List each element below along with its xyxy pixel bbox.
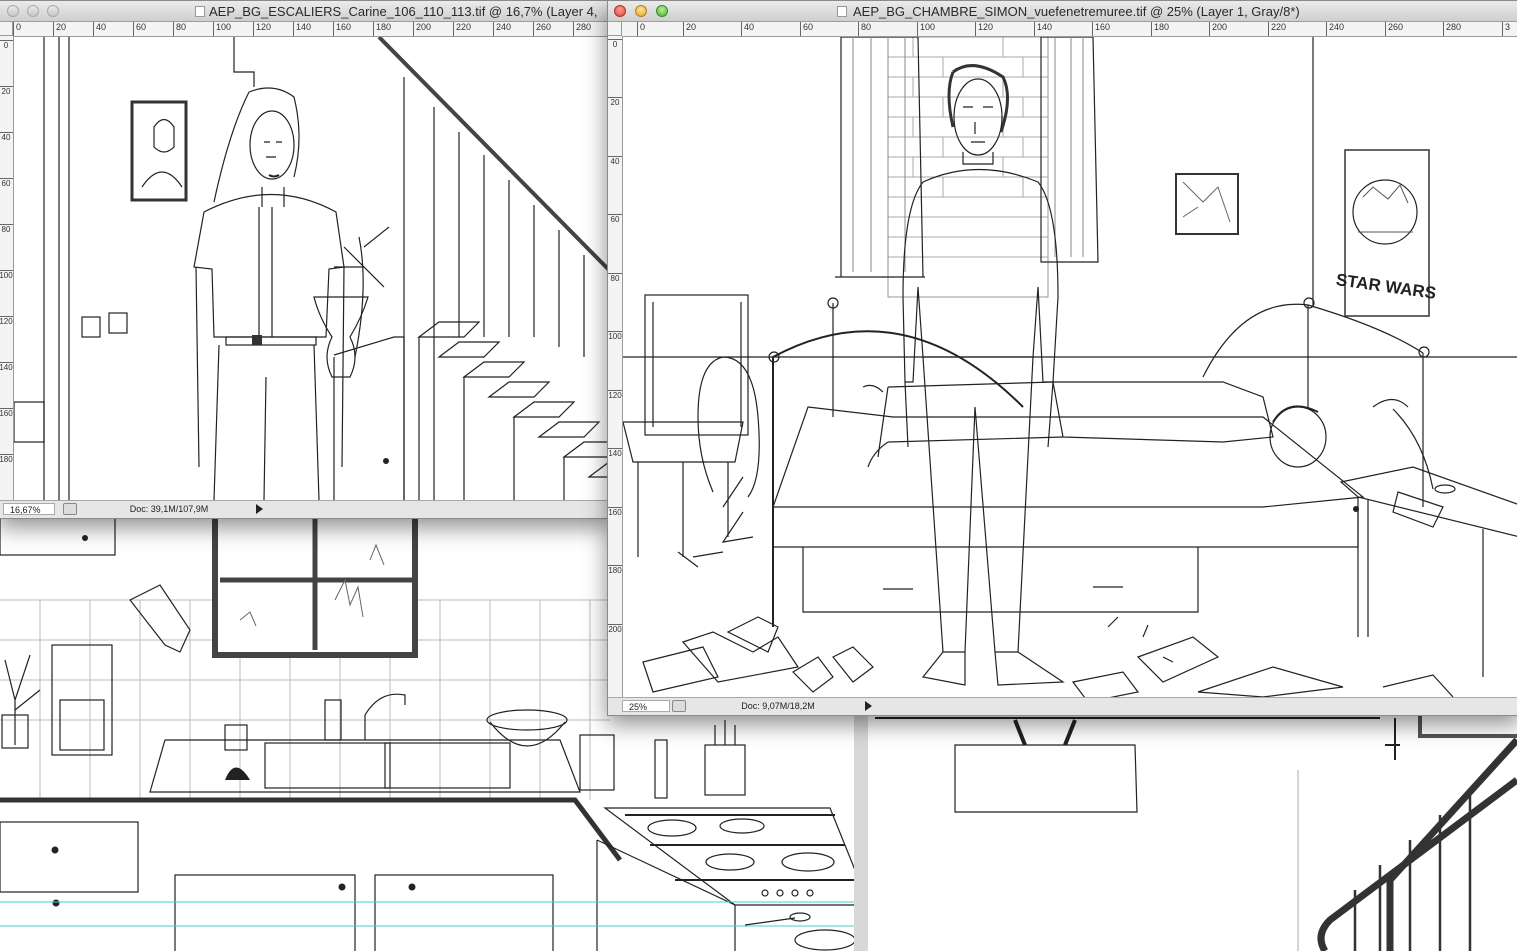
status-menu-arrow[interactable]: [865, 701, 872, 711]
document-canvas-escaliers[interactable]: [14, 37, 611, 500]
traffic-light-minimize[interactable]: [635, 5, 647, 17]
ruler-origin[interactable]: [608, 22, 622, 36]
window-title: AEP_BG_ESCALIERS_Carine_106_110_113.tif …: [209, 4, 598, 19]
traffic-light-close[interactable]: [7, 5, 19, 17]
status-bar: 25% Doc: 9,07M/18,2M: [608, 697, 1517, 715]
document-size-info[interactable]: Doc: 9,07M/18,2M: [693, 700, 863, 712]
horizontal-ruler[interactable]: 0 20 40 60 80 100 120 140 160 180 200 22…: [13, 22, 611, 37]
zoom-level-field[interactable]: 25%: [622, 700, 670, 712]
document-window-escaliers[interactable]: AEP_BG_ESCALIERS_Carine_106_110_113.tif …: [0, 0, 612, 519]
status-info-icon[interactable]: [672, 700, 686, 712]
poster-text: STAR WARS: [1335, 270, 1437, 303]
ruler-origin[interactable]: [0, 22, 13, 36]
window-title: AEP_BG_CHAMBRE_SIMON_vuefenetremuree.tif…: [853, 4, 1300, 19]
window-titlebar[interactable]: AEP_BG_ESCALIERS_Carine_106_110_113.tif …: [0, 1, 611, 22]
vertical-ruler[interactable]: 0 20 40 60 80 100 120 140 160 180 200: [608, 36, 623, 697]
document-size-info[interactable]: Doc: 39,1M/107,9M: [84, 503, 254, 515]
status-menu-arrow[interactable]: [256, 504, 263, 514]
document-canvas-chambre[interactable]: STAR WARS: [623, 37, 1517, 697]
status-info-icon[interactable]: [63, 503, 77, 515]
status-bar: 16,67% Doc: 39,1M/107,9M: [0, 500, 611, 518]
traffic-light-close[interactable]: [614, 5, 626, 17]
traffic-light-zoom[interactable]: [47, 5, 59, 17]
document-icon: [837, 6, 847, 17]
traffic-light-zoom[interactable]: [656, 5, 668, 17]
horizontal-ruler[interactable]: 0 20 40 60 80 100 120 140 160 180 200 22…: [622, 22, 1517, 37]
document-window-chambre[interactable]: AEP_BG_CHAMBRE_SIMON_vuefenetremuree.tif…: [607, 0, 1517, 716]
zoom-level-field[interactable]: 16,67%: [3, 503, 55, 515]
traffic-light-minimize[interactable]: [27, 5, 39, 17]
window-titlebar[interactable]: AEP_BG_CHAMBRE_SIMON_vuefenetremuree.tif…: [608, 1, 1517, 22]
document-icon: [195, 6, 205, 17]
vertical-ruler[interactable]: 0 20 40 60 80 100 120 140 160 180: [0, 36, 14, 500]
